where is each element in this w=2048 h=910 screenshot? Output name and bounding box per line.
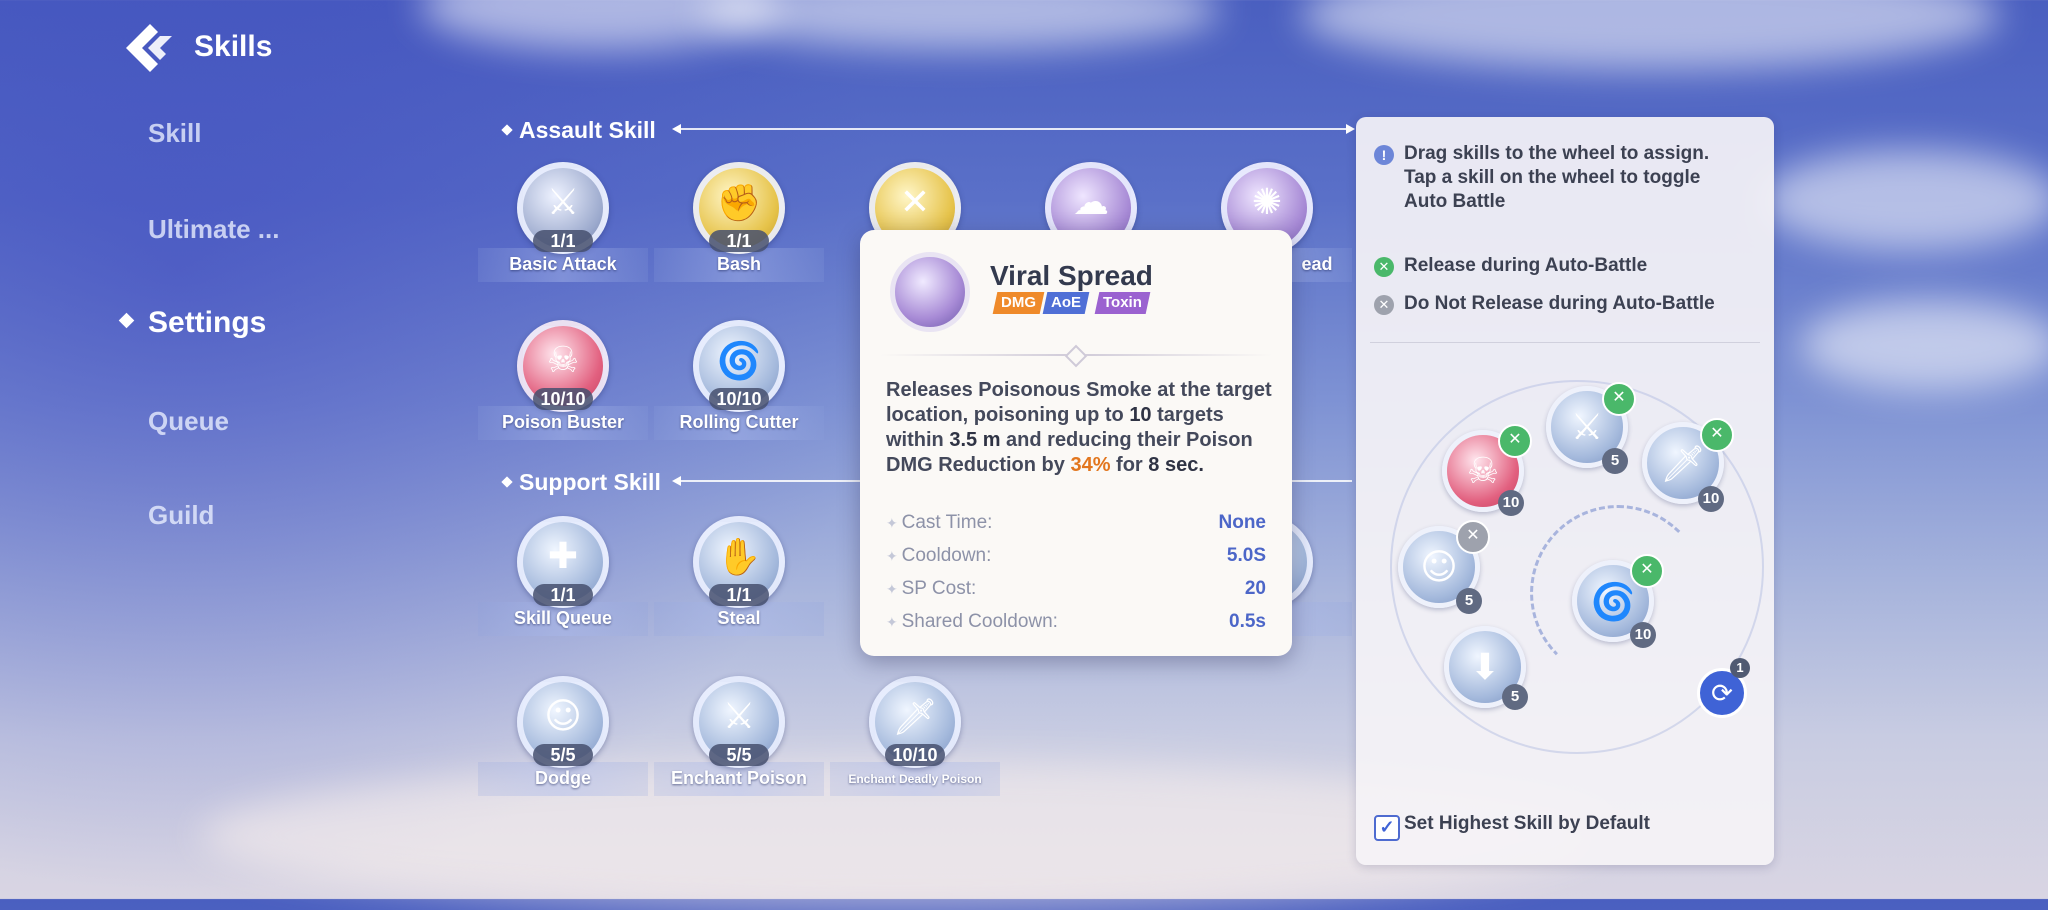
skill-rolling-cutter[interactable]: 🌀 10/10 Rolling Cutter	[654, 320, 824, 440]
skill-bash[interactable]: ✊ 1/1 Bash	[654, 162, 824, 282]
skill-basic-attack[interactable]: ⚔ 1/1 Basic Attack	[478, 162, 648, 282]
skill-name: Rolling Cutter	[679, 412, 799, 432]
release-badge[interactable]: ✕	[1630, 554, 1664, 588]
tooltip-description: Releases Poisonous Smoke at the target l…	[886, 378, 1278, 478]
skill-name: Bash	[716, 254, 761, 274]
nav-item-queue[interactable]: Queue	[148, 406, 229, 437]
desc-range: 3.5 m	[949, 429, 1001, 451]
nav-item-skill[interactable]: Skill	[148, 118, 201, 149]
assault-section-title: Assault Skill	[519, 117, 656, 143]
stat-sp-cost: SP Cost: 20	[886, 578, 1266, 600]
wheel-slot-count: 5	[1502, 684, 1528, 710]
default-label: Set Highest Skill by Default	[1404, 813, 1650, 834]
panel-divider	[1370, 342, 1760, 343]
wheel-slot-count: 5	[1602, 448, 1628, 474]
default-checkbox[interactable]: ✓	[1374, 815, 1400, 841]
skill-steal[interactable]: ✋ 1/1 Steal	[654, 516, 824, 636]
skill-enchant-poison[interactable]: ⚔ 5/5 Enchant Poison	[654, 676, 824, 796]
skill-level: 5/5	[709, 744, 769, 766]
stat-label: Cast Time:	[886, 512, 992, 533]
info-text-line3: Auto Battle	[1404, 191, 1506, 212]
skull-icon: ☠	[1466, 451, 1500, 492]
info-text-line1: Drag skills to the wheel to assign.	[1404, 143, 1710, 164]
wheel-slot-count: 10	[1630, 622, 1656, 648]
skill-poison-buster[interactable]: ☠ 10/10 Poison Buster	[478, 320, 648, 440]
skill-level: 5/5	[533, 744, 593, 766]
tooltip-title: Viral Spread	[990, 260, 1153, 291]
skill-name: Enchant Deadly Poison	[848, 772, 982, 786]
nav-item-settings[interactable]: Settings	[148, 306, 266, 340]
skill-name: Dodge	[535, 768, 591, 788]
skill-level: 10/10	[885, 744, 945, 766]
release-icon: ✕	[1374, 257, 1394, 277]
support-section-title: Support Skill	[519, 469, 661, 495]
wheel-slot-count: 10	[1498, 490, 1524, 516]
virus-icon	[890, 252, 970, 332]
tag-label: AoE	[1051, 294, 1081, 311]
section-divider	[1292, 480, 1352, 482]
skill-name: ead	[1301, 254, 1333, 274]
skill-skill-queue[interactable]: ✚ 1/1 Skill Queue	[478, 516, 648, 636]
info-text-line2: Tap a skill on the wheel to toggle	[1404, 167, 1701, 188]
skill-name: Poison Buster	[501, 412, 625, 432]
desc-duration: 8 sec.	[1148, 454, 1204, 476]
release-label: Release during Auto-Battle	[1404, 255, 1648, 276]
skill-level: 1/1	[709, 584, 769, 606]
skill-level: 1/1	[533, 230, 593, 252]
skill-name: Basic Attack	[509, 254, 617, 274]
stat-shared-cooldown: Shared Cooldown: 0.5s	[886, 611, 1266, 633]
stat-cooldown: Cooldown: 5.0S	[886, 545, 1266, 567]
tooltip-divider-ornament	[1064, 344, 1088, 368]
down-arrow-icon: ⬇	[1469, 647, 1501, 688]
dodge-icon: ☺	[1420, 547, 1458, 588]
desc-percent: 34%	[1070, 454, 1111, 476]
skill-level: 1/1	[709, 230, 769, 252]
stat-label: Cooldown:	[886, 545, 991, 566]
tag-label: DMG	[1001, 294, 1036, 311]
skill-name: Steal	[717, 608, 761, 628]
release-badge[interactable]: ✕	[1498, 424, 1532, 458]
release-badge[interactable]: ✕	[1602, 382, 1636, 416]
page-title: Skills	[194, 30, 273, 63]
section-divider	[680, 480, 860, 482]
release-badge[interactable]: ✕	[1700, 418, 1734, 452]
chevron-logo-icon[interactable]	[120, 22, 178, 74]
skill-level: 10/10	[533, 388, 593, 410]
nav-item-ultimate[interactable]: Ultimate ...	[148, 214, 279, 245]
skill-enchant-deadly-poison[interactable]: 🗡 10/10 Enchant Deadly Poison	[830, 676, 1000, 796]
stat-value: 5.0S	[1226, 545, 1266, 566]
skill-name: Skill Queue	[513, 608, 613, 628]
wheel-slot-count: 5	[1456, 588, 1482, 614]
tag-toxin: Toxin	[1094, 292, 1151, 314]
skill-level: 1/1	[533, 584, 593, 606]
cycle-count-badge: 1	[1730, 658, 1750, 678]
skill-name: Enchant Poison	[670, 768, 807, 788]
stat-label: Shared Cooldown:	[886, 611, 1058, 632]
section-divider	[680, 128, 1350, 130]
stat-value: None	[1218, 512, 1267, 533]
skill-dodge[interactable]: ☺ 5/5 Dodge	[478, 676, 648, 796]
no-release-icon: ✕	[1374, 295, 1394, 315]
nav-item-guild[interactable]: Guild	[148, 500, 214, 531]
divider-arrow-left	[672, 124, 681, 134]
stat-cast-time: Cast Time: None	[886, 512, 1266, 534]
wheel-slot-count: 10	[1698, 486, 1724, 512]
skill-tooltip: Viral Spread DMG AoE Toxin Releases Pois…	[860, 230, 1292, 656]
no-release-label: Do Not Release during Auto-Battle	[1404, 293, 1715, 314]
desc-text: for	[1110, 454, 1149, 476]
tornado-icon: 🌀	[1590, 582, 1636, 623]
divider-arrow-right	[1346, 124, 1355, 134]
info-icon: !	[1374, 145, 1394, 165]
tag-label: Toxin	[1103, 294, 1142, 311]
tag-aoe: AoE	[1042, 292, 1090, 314]
stat-label: SP Cost:	[886, 578, 976, 599]
stat-value: 20	[1244, 578, 1266, 599]
stat-value: 0.5s	[1229, 611, 1266, 632]
desc-targets: 10	[1129, 404, 1152, 426]
no-release-badge[interactable]: ✕	[1456, 520, 1490, 554]
tag-dmg: DMG	[992, 292, 1045, 314]
skill-level: 10/10	[709, 388, 769, 410]
